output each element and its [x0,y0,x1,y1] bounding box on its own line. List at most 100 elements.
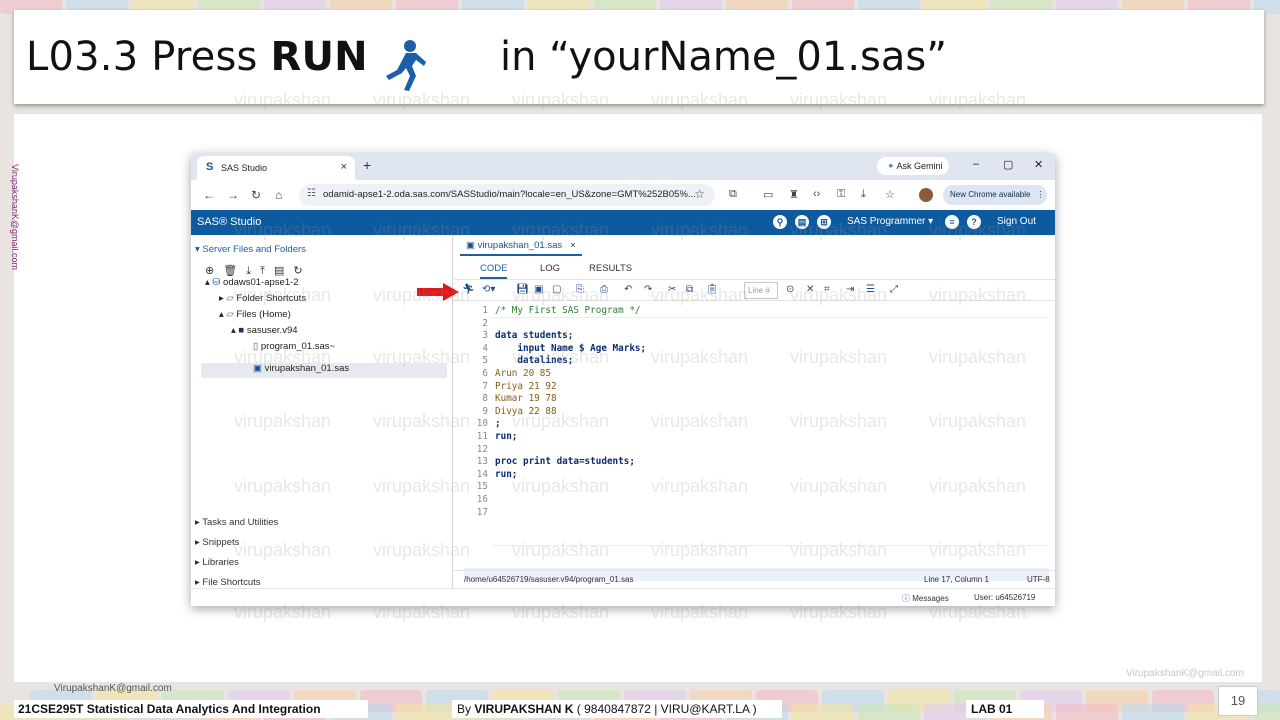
slide-title-prefix: L03.3 Press [26,34,271,80]
redo-icon[interactable]: ↷ [644,284,652,295]
reload-icon[interactable]: ↻ [251,188,261,202]
new-chrome-available-button[interactable]: New Chrome available ⋮ [943,185,1047,205]
properties-icon[interactable]: ▤ [274,265,293,277]
url-field[interactable]: ☷ odamid-apse1-2.oda.sas.com/SASStudio/m… [299,184,715,206]
tree-label-folder-shortcuts: Folder Shortcuts [236,293,307,304]
home-icon[interactable]: ⌂ [275,188,282,202]
line-number: 15 [476,481,488,493]
sas-file-icon: ▣ [253,363,262,374]
avatar[interactable] [919,188,933,202]
extensions-icon[interactable]: ⧉ [729,188,737,201]
site-info-icon[interactable]: ☷ [307,188,316,199]
messages-label: Messages [912,594,949,603]
shortcut-folder-icon: ▱ [226,293,234,304]
paste-icon[interactable]: 📋︎ [706,284,719,295]
sas-header: SAS® Studio ⚲ ▤ ⊞ SAS Programmer ▾ ≡ ? S… [191,210,1055,235]
role-selector[interactable]: SAS Programmer ▾ [847,216,933,227]
line-number: 5 [482,355,488,367]
outline-icon[interactable]: ☰ [866,284,875,295]
refresh-icon[interactable]: ↻ [293,265,311,277]
server-files-header[interactable]: ▾ Server Files and Folders [195,244,306,255]
star-list-icon[interactable]: ☆ [885,188,895,201]
section-libraries[interactable]: ▸ Libraries [195,557,239,568]
user-label: User: u64526719 [974,593,1036,602]
clear-icon[interactable]: ✕ [806,284,814,295]
maximize-button[interactable]: ▢ [1003,158,1013,171]
new-icon[interactable]: ⊕ [205,265,223,277]
tab-sas-studio[interactable]: S SAS Studio × [197,156,355,180]
tree-item-virupakshan-01[interactable]: ▣ virupakshan_01.sas [253,363,349,374]
go-to-line-icon[interactable]: ⊙ [786,284,794,295]
code-separator [492,317,1047,318]
undo-icon[interactable]: ↶ [624,284,632,295]
sign-out-link[interactable]: Sign Out [997,216,1036,227]
section-snippets[interactable]: ▸ Snippets [195,537,239,548]
editor-file-tab-label: virupakshan_01.sas [477,240,563,251]
cut-icon[interactable]: ✂ [668,284,676,295]
editor-file-tab[interactable]: ▣ virupakshan_01.sas × [460,240,582,256]
tree-item-folder-shortcuts[interactable]: ▸ ▱ Folder Shortcuts [219,293,306,304]
print-code-icon[interactable]: ⎙ [600,284,608,295]
save-icon[interactable]: 💾︎ [516,284,529,295]
editor-status-bar: /home/u64526719/sasuser.v94/program_01.s… [454,570,1055,588]
background-tile [792,704,854,720]
copy-icon[interactable]: ⧉ [686,284,693,295]
print-icon[interactable]: ▤ [795,215,809,229]
help-search-icon[interactable]: ⚲ [773,215,787,229]
history-icon[interactable]: ⟲▾ [482,284,495,295]
maximize-editor-icon[interactable]: ⤢ [890,284,898,295]
tree-item-program-01[interactable]: ▯ program_01.sas~ [253,341,335,352]
puzzle-icon[interactable]: ♜ [789,188,799,201]
code-area[interactable]: 1 /* My First SAS Program */ 2 3 data studen… [454,303,1055,593]
line-number-input[interactable]: Line # [744,282,778,299]
new-tab-button[interactable]: + [363,157,371,173]
grid-icon[interactable]: ⊞ [817,215,831,229]
export-icon[interactable]: ⎘ [576,284,584,295]
url-text: odamid-apse1-2.oda.sas.com/SASStudio/mai… [323,189,696,200]
tree-label-sasuser: sasuser.v94 [246,325,298,336]
tab-code[interactable]: CODE [480,263,508,279]
code-icon[interactable]: ‹› [813,188,820,200]
close-window-button[interactable]: ✕ [1034,158,1043,171]
address-bar-row: ← → ↻ ⌂ ☷ odamid-apse1-2.oda.sas.com/SAS… [191,180,1055,210]
line-number: 13 [476,456,488,468]
section-label-file-shortcuts: File Shortcuts [202,577,261,588]
tab-results[interactable]: RESULTS [589,263,632,274]
back-icon[interactable]: ← [203,188,215,202]
download-file-icon[interactable]: ⤓ [246,265,260,277]
indent-icon[interactable]: ⇥ [846,284,854,295]
format-icon[interactable]: ⌗ [824,284,830,295]
delete-icon[interactable]: 🗑 [223,265,246,277]
footer-author: By VIRUPAKSHAN K ( 9840847872 | VIRU@KAR… [452,700,782,718]
key-icon[interactable]: ⚿ [837,188,845,201]
tree-item-sasuser[interactable]: ▴ ■ sasuser.v94 [231,325,298,336]
section-tasks-utilities[interactable]: ▸ Tasks and Utilities [195,517,278,528]
editor-tab-close-icon[interactable]: × [570,240,576,251]
messages-link[interactable]: ⓘ Messages [902,593,949,604]
tree-item-server[interactable]: ▴ ⛁ odaws01-apse1-2 [205,277,299,288]
line-number: 6 [482,368,488,379]
tab-close-icon[interactable]: × [341,161,347,173]
forward-icon[interactable]: → [227,188,239,202]
save-as-icon[interactable]: ▣ [534,284,543,295]
minimize-button[interactable]: – [973,158,979,170]
tree-item-files-home[interactable]: ▴ ▱ Files (Home) [219,309,291,320]
tab-title: SAS Studio [221,163,268,173]
cast-icon[interactable]: ▭ [763,188,773,201]
code-line: run; [495,468,518,480]
menu-icon[interactable]: ≡ [945,215,959,229]
save-all-icon[interactable]: ▢ [552,284,561,295]
download-icon[interactable]: ⤓ [861,188,866,201]
help-icon[interactable]: ? [967,215,981,229]
run-button-icon[interactable]: 🏃︎ [462,284,475,295]
tree-label-virupakshan-01: virupakshan_01.sas [264,363,350,374]
section-file-shortcuts[interactable]: ▸ File Shortcuts [195,577,261,588]
tab-log[interactable]: LOG [540,263,560,274]
background-tile [396,704,458,720]
ask-gemini-button[interactable]: ✦ Ask Gemini [877,157,949,175]
new-chrome-label: New Chrome available [950,190,1031,199]
folder-icon: ■ [238,325,245,336]
upload-icon[interactable]: ⤒ [260,265,274,277]
author-prefix: By [457,702,475,716]
bookmark-star-icon[interactable]: ☆ [694,187,705,201]
